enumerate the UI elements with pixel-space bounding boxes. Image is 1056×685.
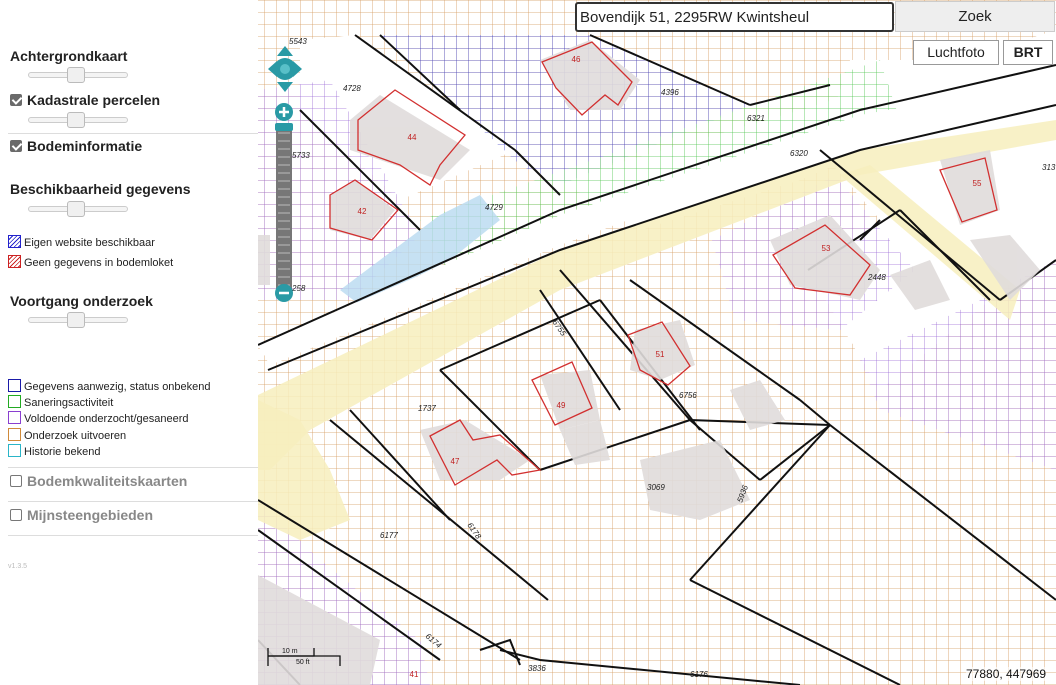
- divider: [8, 535, 258, 536]
- basemap-opacity-slider[interactable]: [28, 67, 128, 83]
- soil-title: Bodeminformatie: [27, 138, 143, 154]
- parcel-number: 6177: [380, 531, 398, 540]
- coordinate-readout: 77880, 447969: [966, 667, 1047, 681]
- zoom-slider-handle[interactable]: [275, 123, 293, 131]
- house-number: 49: [557, 401, 566, 410]
- basemap-title: Achtergrondkaart: [10, 48, 128, 64]
- search-button[interactable]: Zoek: [895, 1, 1055, 32]
- quality-maps-title: Bodemkwaliteitskaarten: [27, 473, 188, 489]
- parcel-number: 313: [1042, 163, 1056, 172]
- parcel-number: 3836: [528, 664, 546, 673]
- scale-bar: 10 m 50 ft: [267, 648, 341, 666]
- sidebar: Achtergrondkaart Kadastrale percelen Bod…: [0, 0, 258, 685]
- legend-swatch: [8, 255, 21, 268]
- soil-checkbox[interactable]: [10, 140, 22, 152]
- parcel-number: 4729: [485, 203, 503, 212]
- legend-swatch: [8, 444, 21, 457]
- legend-label: Onderzoek uitvoeren: [24, 430, 127, 442]
- legend-swatch: [8, 379, 21, 392]
- house-number: 47: [451, 457, 460, 466]
- parcel-number: 4728: [343, 84, 361, 93]
- legend-remediation: Saneringsactiviteit: [8, 395, 113, 409]
- pan-down-icon[interactable]: [277, 82, 293, 92]
- legend-no-data: Geen gegevens in bodemloket: [8, 255, 173, 269]
- address-search-input[interactable]: [575, 2, 894, 32]
- availability-title: Beschikbaarheid gegevens: [10, 181, 191, 197]
- parcel-number: 6321: [747, 114, 765, 123]
- zoom-slider-track[interactable]: [276, 125, 292, 291]
- legend-label: Gegevens aanwezig, status onbekend: [24, 381, 211, 393]
- parcel-number: 6320: [790, 149, 808, 158]
- legend-sufficient: Voldoende onderzocht/gesaneerd: [8, 411, 189, 425]
- legend-swatch: [8, 235, 21, 248]
- progress-opacity-slider[interactable]: [28, 312, 128, 328]
- slider-knob[interactable]: [67, 67, 85, 83]
- scale-metric-label: 10 m: [282, 648, 298, 655]
- availability-opacity-slider[interactable]: [28, 201, 128, 217]
- quality-maps-toggle[interactable]: Bodemkwaliteitskaarten: [10, 473, 187, 489]
- divider: [8, 467, 258, 468]
- pan-up-icon[interactable]: [277, 46, 293, 56]
- mining-toggle[interactable]: Mijnsteengebieden: [10, 507, 153, 523]
- divider: [8, 133, 258, 134]
- map-canvas[interactable]: 46 44 42 55 53 51 49 47 41 5543 4728 439…: [258, 0, 1056, 685]
- legend-investigate: Onderzoek uitvoeren: [8, 428, 126, 442]
- parcel-number: 4396: [661, 88, 679, 97]
- soil-toggle[interactable]: Bodeminformatie: [10, 138, 142, 154]
- house-number: 46: [572, 55, 581, 64]
- legend-label: Eigen website beschikbaar: [24, 237, 155, 249]
- legend-history: Historie bekend: [8, 444, 100, 458]
- legend-swatch: [8, 411, 21, 424]
- parcel-number: 2448: [867, 273, 886, 282]
- legend-label: Geen gegevens in bodemloket: [24, 257, 174, 269]
- pan-control[interactable]: [267, 44, 303, 94]
- house-number: 44: [408, 133, 417, 142]
- map-layer: 46 44 42 55 53 51 49 47 41 5543 4728 439…: [258, 0, 1056, 685]
- slider-knob[interactable]: [67, 312, 85, 328]
- divider: [8, 501, 258, 502]
- zoom-control[interactable]: [274, 101, 294, 305]
- scale-imperial-label: 50 ft: [296, 659, 310, 666]
- cadastral-opacity-slider[interactable]: [28, 112, 128, 128]
- brt-button[interactable]: BRT: [1003, 40, 1053, 65]
- quality-maps-checkbox[interactable]: [10, 475, 22, 487]
- legend-swatch: [8, 428, 21, 441]
- version-label: v1.3.5: [8, 563, 28, 570]
- progress-title: Voortgang onderzoek: [10, 293, 153, 309]
- parcel-number: 6176: [690, 670, 708, 679]
- parcel-number: 6756: [679, 391, 697, 400]
- parcel-number: 3069: [647, 483, 665, 492]
- aerial-photo-button[interactable]: Luchtfoto: [913, 40, 999, 65]
- house-number: 55: [973, 179, 982, 188]
- mining-checkbox[interactable]: [10, 509, 22, 521]
- house-number: 51: [656, 350, 665, 359]
- house-number: 41: [410, 670, 419, 679]
- legend-own-website: Eigen website beschikbaar: [8, 235, 155, 249]
- parcel-number: 1737: [418, 404, 436, 413]
- legend-label: Voldoende onderzocht/gesaneerd: [24, 413, 189, 425]
- slider-knob[interactable]: [67, 201, 85, 217]
- cadastral-toggle[interactable]: Kadastrale percelen: [10, 92, 160, 108]
- legend-label: Saneringsactiviteit: [24, 397, 114, 409]
- legend-label: Historie bekend: [24, 446, 101, 458]
- parcel-number: 5733: [292, 151, 310, 160]
- slider-knob[interactable]: [67, 112, 85, 128]
- cadastral-checkbox[interactable]: [10, 94, 22, 106]
- cadastral-title: Kadastrale percelen: [27, 92, 161, 108]
- mining-title: Mijnsteengebieden: [27, 507, 154, 523]
- house-number: 53: [822, 244, 831, 253]
- legend-status-unknown: Gegevens aanwezig, status onbekend: [8, 379, 211, 393]
- legend-swatch: [8, 395, 21, 408]
- house-number: 42: [358, 207, 367, 216]
